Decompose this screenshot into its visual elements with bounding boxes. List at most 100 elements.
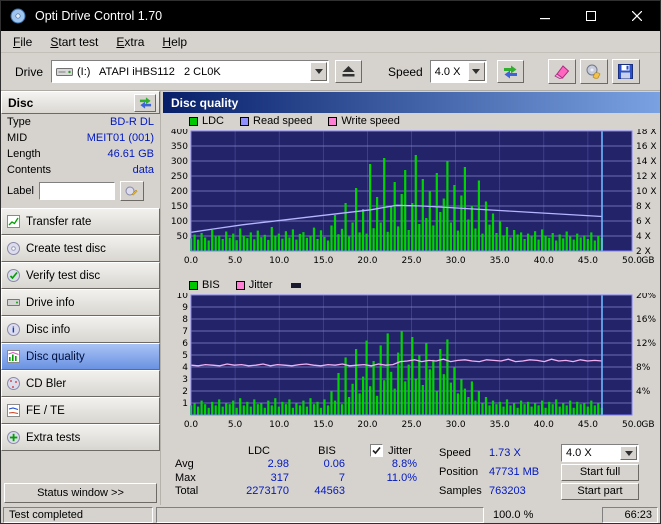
- svg-text:20%: 20%: [636, 293, 656, 301]
- progress-percent: 100.0 %: [493, 509, 534, 521]
- avg-ldc-value: 2.98: [267, 458, 289, 471]
- status-window-button[interactable]: Status window >>: [4, 483, 157, 503]
- sidebar-item-transfer-rate[interactable]: Transfer rate: [1, 208, 160, 235]
- drive-select[interactable]: (I:) ATAPI iHBS112 2 CL0K: [51, 60, 330, 83]
- max-ldc-value: 317: [270, 471, 289, 484]
- speed-stat-label: Speed: [439, 447, 471, 459]
- svg-text:50.0: 50.0: [622, 420, 642, 430]
- sidebar-item-disc-info[interactable]: i Disc info: [1, 316, 160, 343]
- svg-text:0.0: 0.0: [184, 420, 199, 430]
- create-test-disc-icon: [7, 242, 20, 255]
- statusbar: Test completed 100.0 % 66:23: [1, 505, 660, 523]
- svg-text:3: 3: [182, 375, 188, 385]
- disc-contents-label: Contents: [7, 164, 52, 176]
- test-speed-select[interactable]: 4.0 X: [561, 444, 639, 462]
- position-value: 47731 MB: [489, 466, 540, 478]
- disc-label-label: Label: [7, 185, 34, 197]
- erase-disc-button[interactable]: [547, 59, 576, 84]
- bis-jitter-chart: 1 2 3 4 5 6 7 8 9 10 4% 8% 12% 16% 20% 0.0 5.0 10.0 15.0 20…: [177, 293, 657, 430]
- legend-top: LDC Read speed Write speed: [163, 113, 660, 129]
- speed-select-value: 4.0 X: [434, 65, 461, 78]
- write-label-button[interactable]: [119, 181, 144, 201]
- menu-help[interactable]: Help: [153, 32, 196, 52]
- svg-text:35.0: 35.0: [490, 420, 510, 430]
- svg-text:25.0: 25.0: [401, 256, 421, 266]
- svg-text:30.0: 30.0: [446, 256, 466, 266]
- menu-file[interactable]: File: [4, 32, 41, 52]
- start-part-button[interactable]: Start part: [561, 482, 639, 500]
- transfer-rate-icon: [7, 215, 20, 228]
- disc-label-input[interactable]: [38, 182, 115, 200]
- disc-info-row-mid: MID MEIT01 (001): [1, 130, 160, 146]
- menu-start-test[interactable]: Start test: [41, 32, 107, 52]
- svg-text:12 X: 12 X: [636, 172, 656, 182]
- drive-label: Drive: [15, 64, 44, 79]
- sidebar-item-extra-tests[interactable]: Extra tests: [1, 424, 160, 451]
- svg-text:6 X: 6 X: [636, 217, 651, 227]
- minimize-button[interactable]: [522, 1, 568, 31]
- read-speed-swatch: [240, 116, 250, 126]
- close-button[interactable]: [614, 1, 660, 31]
- panel-title: Disc quality: [171, 95, 239, 110]
- stats-section: LDC BIS Jitter Avg 2.98 0.06 8.8% Max 31…: [163, 441, 660, 500]
- eraser-icon: [554, 65, 570, 79]
- drive-select-arrow[interactable]: [310, 62, 328, 81]
- speed-select[interactable]: 4.0 X: [429, 60, 487, 83]
- svg-text:5.0: 5.0: [228, 420, 243, 430]
- svg-text:6: 6: [182, 339, 188, 349]
- save-button[interactable]: [611, 59, 640, 84]
- disc-mid-value: MEIT01 (001): [86, 132, 154, 144]
- titlebar: Opti Drive Control 1.70: [1, 1, 660, 31]
- svg-text:18 X: 18 X: [636, 129, 656, 137]
- eject-button[interactable]: [335, 60, 363, 83]
- sidebar-item-verify-test-disc[interactable]: Verify test disc: [1, 262, 160, 289]
- svg-text:16%: 16%: [636, 315, 656, 325]
- sidebar-item-fe-te[interactable]: FE / TE: [1, 397, 160, 424]
- svg-text:400: 400: [171, 129, 188, 137]
- svg-text:50: 50: [177, 232, 189, 242]
- disc-contents-value[interactable]: data: [133, 164, 154, 176]
- svg-text:30.0: 30.0: [446, 420, 466, 430]
- verify-test-disc-icon: [7, 269, 20, 282]
- svg-text:4%: 4%: [636, 387, 651, 397]
- sidebar-item-cd-bler[interactable]: CD Bler: [1, 370, 160, 397]
- total-row-label: Total: [175, 485, 199, 498]
- samples-label: Samples: [439, 485, 482, 497]
- svg-text:8: 8: [182, 315, 188, 325]
- refresh-disc-icon: [139, 96, 151, 109]
- svg-text:1: 1: [182, 399, 188, 409]
- svg-text:20.0: 20.0: [357, 420, 377, 430]
- sidebar-item-create-test-disc[interactable]: Create test disc: [1, 235, 160, 262]
- svg-text:50.0: 50.0: [622, 256, 642, 266]
- stats-table: LDC BIS Jitter Avg 2.98 0.06 8.8% Max 31…: [171, 444, 427, 500]
- refresh-speeds-button[interactable]: [496, 60, 524, 83]
- jitter-column-header: Jitter: [355, 444, 427, 458]
- svg-text:12%: 12%: [636, 339, 656, 349]
- test-speed-select-arrow[interactable]: [620, 446, 637, 460]
- legend-read-speed: Read speed: [240, 115, 312, 127]
- svg-text:15.0: 15.0: [313, 256, 333, 266]
- sidebar-item-label: Verify test disc: [26, 269, 101, 282]
- disc-mid-label: MID: [7, 132, 28, 144]
- avg-row-label: Avg: [175, 458, 194, 471]
- check-icon: [372, 447, 381, 455]
- speed-select-arrow[interactable]: [467, 62, 485, 81]
- menu-extra[interactable]: Extra: [107, 32, 153, 52]
- svg-text:5.0: 5.0: [228, 256, 243, 266]
- jitter-checkbox[interactable]: [370, 444, 384, 458]
- avg-bis-value: 0.06: [323, 458, 345, 471]
- svg-text:14 X: 14 X: [636, 157, 656, 167]
- svg-text:15.0: 15.0: [313, 420, 333, 430]
- avg-jitter-value: 8.8%: [391, 458, 417, 471]
- start-full-button[interactable]: Start full: [561, 463, 639, 481]
- refresh-disc-button[interactable]: [134, 93, 156, 112]
- maximize-button[interactable]: [568, 1, 614, 31]
- sidebar-item-disc-quality[interactable]: Disc quality: [1, 343, 160, 370]
- elapsed-time: 66:23: [602, 507, 658, 523]
- insert-disc-button[interactable]: [579, 59, 608, 84]
- window-title: Opti Drive Control 1.70: [35, 9, 163, 23]
- sidebar-item-drive-info[interactable]: Drive info: [1, 289, 160, 316]
- bis-swatch: [189, 280, 198, 290]
- svg-text:40.0: 40.0: [534, 256, 554, 266]
- svg-text:200: 200: [171, 187, 188, 197]
